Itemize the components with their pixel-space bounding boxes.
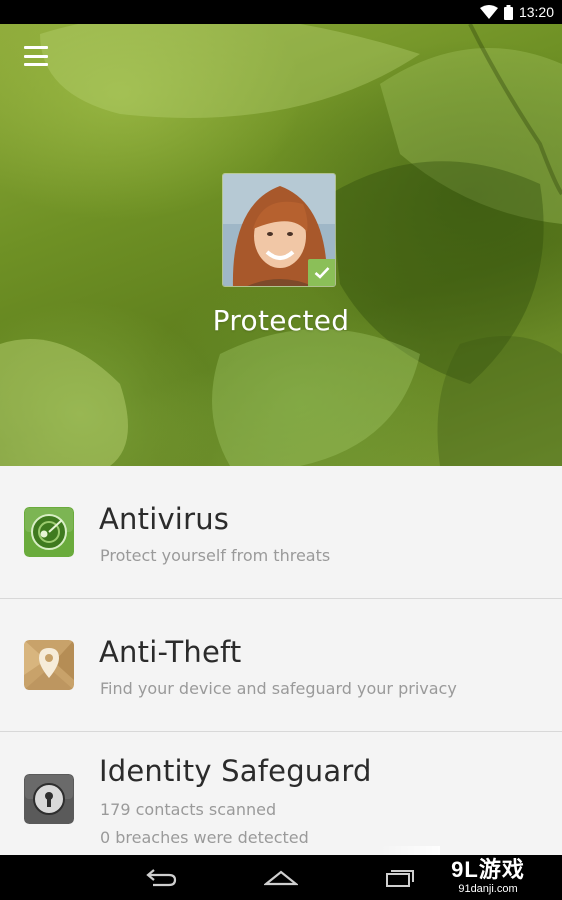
home-icon[interactable] xyxy=(262,866,300,892)
menu-button[interactable] xyxy=(22,44,50,68)
feature-title: Identity Safeguard xyxy=(99,754,372,788)
feature-title: Antivirus xyxy=(99,502,230,536)
feature-list: Antivirus Protect yourself from threats … xyxy=(0,466,562,854)
map-location-pin-icon xyxy=(24,640,74,690)
watermark-url: 91danji.com xyxy=(458,883,518,895)
antivirus-radar-icon xyxy=(24,507,74,557)
feature-item-identity-safeguard[interactable]: Identity Safeguard 179 contacts scanned … xyxy=(0,732,562,854)
feature-item-anti-theft[interactable]: Anti-Theft Find your device and safeguar… xyxy=(0,599,562,732)
protection-status: Protected xyxy=(212,304,350,337)
feature-title: Anti-Theft xyxy=(99,635,242,669)
watermark-logo: 9L游戏 xyxy=(451,857,525,882)
feature-subtitle-secondary: 0 breaches were detected xyxy=(100,828,309,847)
watermark: 9L游戏 91danji.com xyxy=(428,857,548,899)
feature-subtitle: 179 contacts scanned xyxy=(100,800,277,819)
feature-subtitle: Find your device and safeguard your priv… xyxy=(100,679,457,698)
wifi-icon xyxy=(479,5,498,19)
feature-item-antivirus[interactable]: Antivirus Protect yourself from threats xyxy=(0,466,562,599)
battery-icon xyxy=(503,4,513,20)
status-time: 13:20 xyxy=(518,4,554,20)
status-bar: 13:20 xyxy=(0,0,562,24)
back-icon[interactable] xyxy=(145,866,177,892)
lock-keyhole-icon xyxy=(24,774,74,824)
avatar[interactable] xyxy=(222,173,336,287)
feature-subtitle: Protect yourself from threats xyxy=(100,546,331,565)
hero-header: Protected xyxy=(0,24,562,466)
protected-badge xyxy=(308,259,335,286)
check-icon xyxy=(314,267,329,279)
recent-apps-icon[interactable] xyxy=(385,866,415,892)
hamburger-menu-icon xyxy=(24,46,48,49)
